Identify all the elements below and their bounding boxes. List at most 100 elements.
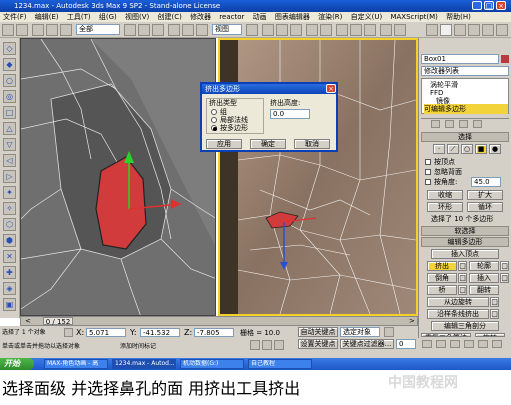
extrusion-height-input[interactable]: 0.0: [270, 109, 310, 119]
extrude-along-spline-settings-icon[interactable]: □: [490, 309, 499, 319]
pivot-center-icon[interactable]: [246, 24, 258, 36]
outline-settings-icon[interactable]: □: [500, 261, 509, 271]
hierarchy-tab-icon[interactable]: [454, 24, 466, 36]
menu-edit[interactable]: 编辑(E): [32, 13, 62, 21]
vertex-level-icon[interactable]: ·: [433, 144, 445, 154]
maximize-viewport-icon[interactable]: [492, 340, 502, 348]
radio-local-normal[interactable]: [211, 117, 217, 123]
edge-level-icon[interactable]: ⟋: [447, 144, 459, 154]
select-scale-icon[interactable]: [196, 24, 208, 36]
time-slider[interactable]: < 0 / 152 >: [20, 316, 418, 326]
rectangular-selection-icon[interactable]: [152, 24, 164, 36]
hinge-from-edge-button[interactable]: 从边旋转: [427, 297, 489, 307]
retriangulate-button[interactable]: 重复三角算法: [421, 333, 471, 337]
tool-icon-15[interactable]: ✚: [3, 266, 16, 279]
menu-modifiers[interactable]: 修改器: [187, 13, 214, 21]
time-slider-next-icon[interactable]: >: [409, 317, 415, 325]
go-to-start-icon[interactable]: [250, 340, 260, 350]
taskbar-item-1[interactable]: MAX-角色动画 - 高: [44, 359, 108, 369]
tool-icon-13[interactable]: ⬢: [3, 234, 16, 247]
menu-reactor[interactable]: reactor: [216, 13, 247, 21]
curve-editor-icon[interactable]: [336, 24, 348, 36]
object-color-swatch[interactable]: [501, 55, 509, 63]
menu-file[interactable]: 文件(F): [0, 13, 30, 21]
tool-icon-14[interactable]: ✕: [3, 250, 16, 263]
taskbar-item-2[interactable]: 1234.max - Autod...: [112, 359, 176, 369]
close-button[interactable]: ×: [496, 1, 506, 10]
snaps-toggle-icon[interactable]: [262, 24, 274, 36]
insert-vertex-button[interactable]: 插入顶点: [431, 249, 499, 259]
redo-icon[interactable]: [16, 24, 28, 36]
schematic-view-icon[interactable]: [350, 24, 362, 36]
tool-icon-6[interactable]: △: [3, 122, 16, 135]
taskbar-item-3[interactable]: 机动数据(G:): [180, 359, 244, 369]
object-name-field[interactable]: Box01: [421, 54, 499, 64]
link-icon[interactable]: [32, 24, 44, 36]
inset-settings-icon[interactable]: □: [500, 273, 509, 283]
display-tab-icon[interactable]: [482, 24, 494, 36]
go-to-end-icon[interactable]: [274, 340, 284, 350]
select-object-icon[interactable]: [124, 24, 136, 36]
turn-button[interactable]: 旋转: [475, 333, 505, 337]
menu-views[interactable]: 视图(V): [122, 13, 152, 21]
grow-button[interactable]: 扩大: [467, 190, 503, 200]
tool-icon-5[interactable]: □: [3, 106, 16, 119]
menu-help[interactable]: 帮助(H): [443, 13, 474, 21]
orbit-icon[interactable]: [478, 340, 488, 348]
bridge-settings-icon[interactable]: □: [458, 285, 467, 295]
play-icon[interactable]: [262, 340, 272, 350]
utilities-tab-icon[interactable]: [496, 24, 508, 36]
tool-icon-10[interactable]: ✦: [3, 186, 16, 199]
apply-button[interactable]: 应用: [206, 139, 242, 149]
tool-icon-8[interactable]: ◁: [3, 154, 16, 167]
angle-snap-icon[interactable]: [276, 24, 288, 36]
taskbar-item-4[interactable]: 自己教程: [248, 359, 312, 369]
reference-coordinate-dropdown[interactable]: 视图: [212, 24, 242, 35]
viewport-perspective[interactable]: [218, 38, 418, 316]
zoom-extents-icon[interactable]: [450, 340, 460, 348]
tool-icon-12[interactable]: ⬡: [3, 218, 16, 231]
key-filters-button[interactable]: 关键点过滤器...: [340, 339, 394, 349]
soft-selection-rollout-header[interactable]: 软选择: [421, 226, 509, 236]
ignore-backfacing-checkbox[interactable]: [425, 169, 431, 175]
material-editor-icon[interactable]: [364, 24, 376, 36]
create-tab-icon[interactable]: [426, 24, 438, 36]
minimize-button[interactable]: _: [472, 1, 482, 10]
menu-graph-editors[interactable]: 图表编辑器: [272, 13, 313, 21]
element-level-icon[interactable]: ●: [489, 144, 501, 154]
zoom-icon[interactable]: [422, 340, 432, 348]
time-slider-handle[interactable]: 0 / 152: [43, 317, 73, 326]
auto-key-button[interactable]: 自动关键点: [298, 327, 338, 337]
render-icon[interactable]: [394, 24, 406, 36]
edit-polygons-rollout-header[interactable]: 编辑多边形: [421, 237, 509, 247]
angle-input[interactable]: 45.0: [471, 177, 501, 187]
shrink-button[interactable]: 收缩: [427, 190, 463, 200]
border-level-icon[interactable]: ○: [461, 144, 473, 154]
modify-tab-icon[interactable]: [440, 24, 452, 36]
menu-tools[interactable]: 工具(T): [64, 13, 94, 21]
y-coordinate-field[interactable]: -41.532: [140, 328, 180, 337]
inset-button[interactable]: 插入: [469, 273, 499, 283]
lock-selection-icon[interactable]: [64, 328, 73, 337]
add-time-tag-text[interactable]: 添加时间标记: [120, 341, 156, 350]
menu-group[interactable]: 组(G): [96, 13, 120, 21]
selection-rollout-header[interactable]: 选择: [421, 132, 509, 142]
radio-by-polygon[interactable]: [211, 125, 217, 131]
flip-button[interactable]: 翻转: [469, 285, 499, 295]
selection-filter-dropdown[interactable]: 全部: [76, 24, 120, 35]
cancel-button[interactable]: 取消: [294, 139, 330, 149]
current-frame-field[interactable]: 0: [396, 339, 416, 349]
pin-stack-icon[interactable]: [431, 120, 440, 128]
bind-space-warp-icon[interactable]: [60, 24, 72, 36]
maximize-button[interactable]: □: [484, 1, 494, 10]
pan-icon[interactable]: [464, 340, 474, 348]
align-icon[interactable]: [320, 24, 332, 36]
viewport-left[interactable]: [20, 38, 216, 316]
polygon-level-icon[interactable]: ■: [475, 144, 487, 154]
tool-icon-7[interactable]: ▽: [3, 138, 16, 151]
time-slider-prev-icon[interactable]: <: [25, 317, 31, 325]
modifier-list-dropdown[interactable]: 修改器列表: [421, 66, 509, 76]
extrude-along-spline-button[interactable]: 沿样条线挤出: [427, 309, 489, 319]
show-end-result-icon[interactable]: [445, 120, 454, 128]
mirror-icon[interactable]: [306, 24, 318, 36]
